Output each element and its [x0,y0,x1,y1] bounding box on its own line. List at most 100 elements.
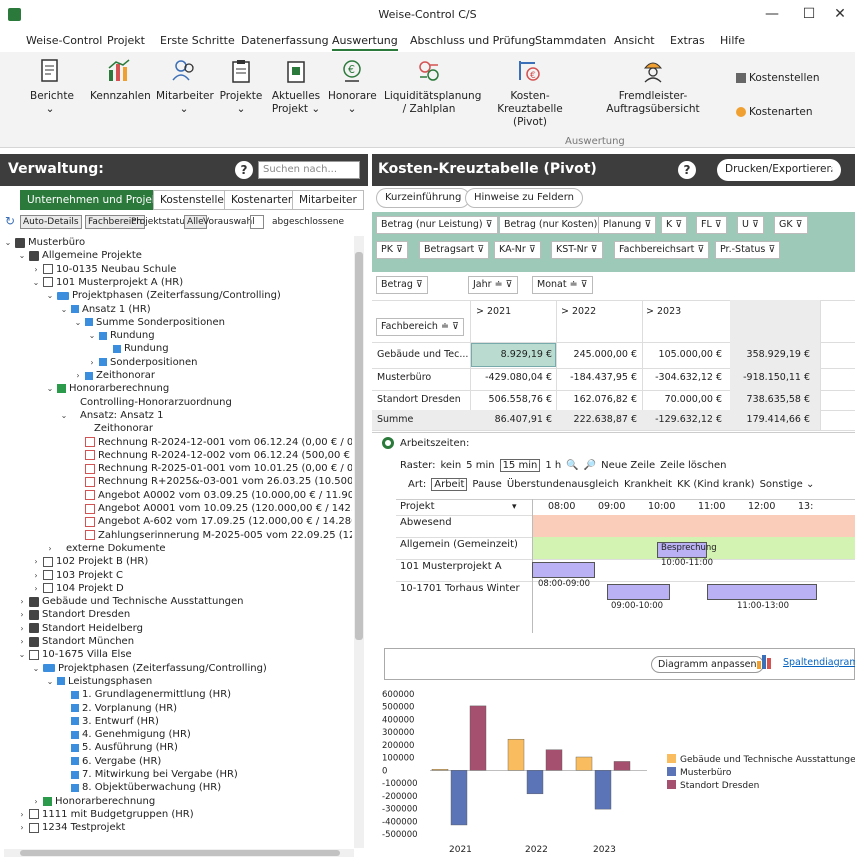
aktuelles-projekt-button[interactable]: Aktuelles Projekt ⌄ [270,56,322,116]
mitarbeiter-button[interactable]: Mitarbeiter ⌄ [156,56,214,116]
filter-chip-r2-1[interactable]: Betragsart ⊽ [419,241,490,259]
filter-chip-r2-3[interactable]: KST-Nr ⊽ [551,241,603,259]
tree-item[interactable]: › externe Dokumente [46,542,165,555]
pivot-cell[interactable]: 506.558,76 € [470,394,552,405]
auto-details-toggle[interactable]: Auto-Details [20,215,82,229]
filter-chip-r2-0[interactable]: PK ⊽ [376,241,408,259]
tree-item[interactable]: › Honorarberechnung [32,795,155,808]
year-header[interactable]: > 2021 [476,306,511,317]
entry-besprechung[interactable]: Besprechung [657,542,717,558]
pivot-cell[interactable]: 245.000,00 € [555,349,637,360]
filter-icon[interactable]: ⊽ [793,219,803,230]
tree-expander-icon[interactable]: ⌄ [18,249,26,262]
filter-icon[interactable]: ⊽ [393,244,403,255]
tree-item[interactable]: › Zeithonorar [74,369,155,382]
close-button[interactable]: ✕ [828,4,852,24]
year-header[interactable]: > 2023 [646,306,681,317]
menu-weise-control[interactable]: Weise-Control [26,34,102,47]
tree-expander-icon[interactable]: › [32,569,40,582]
dropdown-icon[interactable]: ▾ [512,502,517,512]
tree-item[interactable]: › 104 Projekt D [32,582,123,595]
tree-item[interactable]: 1. Grundlagenermittlung (HR) [60,688,231,701]
year-header[interactable]: > 2022 [561,306,596,317]
drucken-exportieren-button[interactable]: Drucken/Exportieren [717,159,842,181]
neue-zeile-button[interactable]: Neue Zeile [601,460,655,471]
pivot-cell[interactable]: -184.437,95 € [555,372,637,383]
tree-item[interactable]: 8. Objektüberwachung (HR) [60,781,221,794]
tree-expander-icon[interactable]: › [18,622,26,635]
kennzahlen-button[interactable]: Kennzahlen [90,56,151,103]
filter-icon[interactable]: ⊽ [749,219,759,230]
tree-expander-icon[interactable]: › [32,263,40,276]
data-field-chip[interactable]: Betrag ⊽ [376,276,428,294]
filter-icon[interactable]: ⊽ [526,244,536,255]
tree-item[interactable]: ⌄ 10-1675 Villa Else [18,648,132,661]
raster-option[interactable]: kein [440,460,461,471]
kurzeinfuehrung-button[interactable]: Kurzeinführung [376,188,471,208]
tree-item[interactable]: Rechnung R-2025-01-001 vom 10.01.25 (0,0… [74,462,352,475]
pivot-cell[interactable]: 8.929,19 € [470,349,552,360]
filter-icon[interactable]: ⊽ [641,219,651,230]
tree-expander-icon[interactable]: ⌄ [46,675,54,688]
tree-item[interactable]: 6. Vergabe (HR) [60,755,161,768]
filter-icon[interactable]: ⊽ [474,244,484,255]
pivot-cell[interactable]: -304.632,12 € [640,372,722,383]
tree-item[interactable]: Zeithonorar [74,422,153,435]
tree-item[interactable]: › Standort München [18,635,134,648]
pivot-cell[interactable]: 179.414,66 € [728,414,810,425]
tree-expander-icon[interactable]: ⌄ [46,289,54,302]
tree-item[interactable]: ⌄ Projektphasen (Zeiterfassung/Controllin… [46,289,281,302]
tree-item[interactable]: Angebot A0002 vom 03.09.25 (10.000,00 € … [74,489,352,502]
tree-item[interactable]: Rechnung R+2025&-03-001 vom 26.03.25 (10… [74,475,352,488]
undo-icon[interactable]: ↶ [828,162,839,177]
tree-expander-icon[interactable]: › [18,608,26,621]
tree-expander-icon[interactable]: ⌄ [88,329,96,342]
filter-chip-r2-5[interactable]: Pr.-Status ⊽ [715,241,781,259]
tree-item[interactable]: ⌄ 101 Musterprojekt A (HR) [32,276,183,289]
pivot-cell[interactable]: -129.632,12 € [640,414,722,425]
search-input[interactable]: Suchen nach... [258,161,360,179]
tree-item[interactable]: Zahlungserinnerung M-2025-005 vom 22.09.… [74,529,352,542]
berichte-button[interactable]: Berichte ⌄ [30,56,74,116]
tree-item[interactable]: ⌄ Allgemeine Projekte [18,249,142,262]
filter-icon[interactable]: ⊽ [413,279,423,290]
filter-icon[interactable]: ⊽ [765,244,775,255]
help-icon[interactable]: ? [235,161,253,179]
tree-item[interactable]: › Standort Dresden [18,608,130,621]
tree-item[interactable]: ⌄ Leistungsphasen [46,675,153,688]
tree-item[interactable]: Controlling-Honorarzuordnung [60,396,232,409]
tree-item[interactable]: › 1111 mit Budgetgruppen (HR) [18,808,193,821]
tree-expander-icon[interactable]: ⌄ [32,276,40,289]
maximize-button[interactable]: ☐ [797,4,821,24]
art-option[interactable]: Überstundenausgleich [507,479,619,490]
pivot-cell[interactable]: 105.000,00 € [640,349,722,360]
filter-chip-4[interactable]: FL ⊽ [696,216,727,234]
pivot-cell[interactable]: -918.150,11 € [728,372,810,383]
filter-chip-r2-2[interactable]: KA-Nr ⊽ [494,241,541,259]
filter-icon[interactable]: ⊽ [712,219,722,230]
refresh-icon[interactable]: ↻ [5,214,15,228]
sort-filter-icon[interactable]: ≐ ⊽ [492,279,513,290]
filter-chip-6[interactable]: GK ⊽ [774,216,808,234]
tree-item[interactable]: › 102 Projekt B (HR) [32,555,148,568]
tree-item[interactable]: 5. Ausführung (HR) [60,741,178,754]
zoom-in-icon[interactable]: 🔍 [566,460,578,471]
menu-stammdaten[interactable]: Stammdaten [535,34,606,47]
fremdleister-button[interactable]: Fremdleister-Auftragsübersicht [582,56,724,116]
raster-option[interactable]: 15 min [499,459,541,472]
filter-chip-r2-4[interactable]: Fachbereichsart ⊽ [614,241,710,259]
tree-expander-icon[interactable]: ⌄ [32,662,40,675]
tree-item[interactable]: ⌄ Ansatz: Ansatz 1 [60,409,164,422]
filter-icon[interactable]: ⊽ [588,244,598,255]
filter-chip-1[interactable]: Betrag (nur Kosten) ⊽ [499,216,613,234]
pivot-cell[interactable]: 358.929,19 € [728,349,810,360]
tree-expander-icon[interactable]: ⌄ [4,236,12,249]
tree-item[interactable]: › 103 Projekt C [32,569,123,582]
tree-expander-icon[interactable]: › [18,821,26,834]
pivot-cell[interactable]: 222.638,87 € [555,414,637,425]
tree-item[interactable]: Rechnung R-2024-12-002 vom 06.12.24 (500… [74,449,352,462]
tree-expander-icon[interactable]: › [32,555,40,568]
menu-hilfe[interactable]: Hilfe [720,34,745,47]
filter-icon[interactable]: ⊽ [672,219,682,230]
liquiditaetsplanung-button[interactable]: Liquiditätsplanung / Zahlplan [384,56,481,116]
